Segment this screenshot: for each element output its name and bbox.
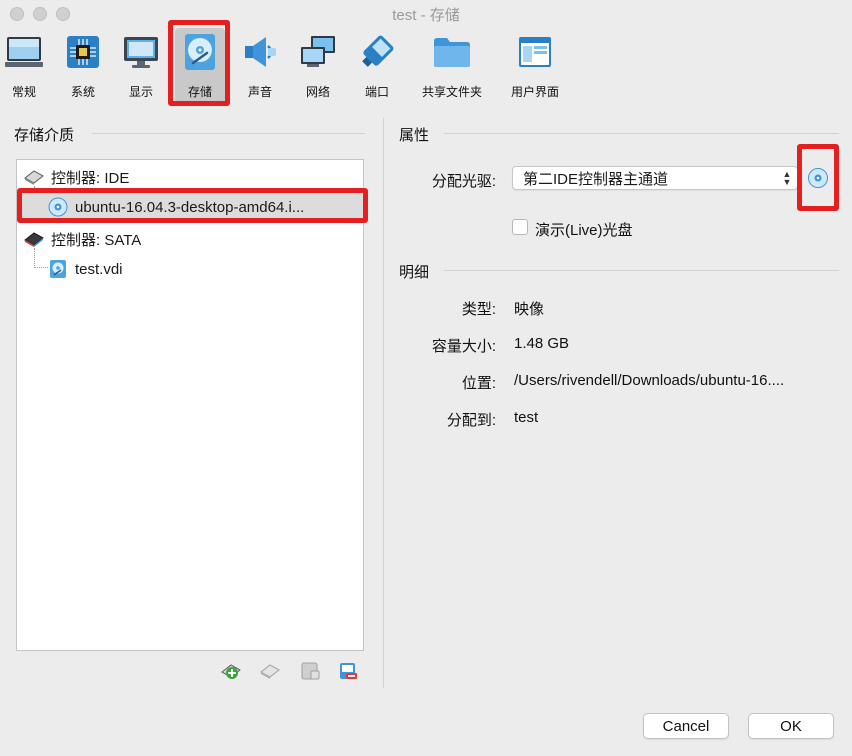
system-icon	[63, 32, 103, 72]
add-controller-icon	[221, 664, 241, 679]
tab-audio-label: 声音	[247, 85, 272, 99]
tab-ports[interactable]: 端口	[357, 28, 397, 104]
minimize-window-button[interactable]	[33, 7, 47, 21]
optical-drive-select[interactable]: 第二IDE控制器主通道 ▲ ▼	[512, 166, 798, 190]
type-value: 映像	[514, 301, 545, 318]
tab-system-label: 系统	[70, 85, 95, 99]
cancel-button[interactable]: Cancel	[643, 713, 729, 739]
selected-iso-highlight	[17, 188, 368, 223]
general-icon	[4, 32, 44, 72]
remove-controller-button[interactable]	[260, 660, 282, 682]
optical-drive-label: 分配光驱:	[431, 173, 496, 190]
tab-general[interactable]: 常规	[2, 28, 46, 104]
user-interface-icon	[515, 32, 555, 72]
size-value: 1.48 GB	[514, 335, 570, 352]
controller-icon	[23, 228, 45, 250]
details-title: 明细	[399, 264, 430, 281]
storage-media-title: 存储介质	[14, 127, 75, 144]
tab-system[interactable]: 系统	[63, 28, 103, 104]
close-window-button[interactable]	[10, 7, 24, 21]
attached-to-label: 分配到:	[446, 412, 496, 429]
tree-item-test-vdi[interactable]: test.vdi	[17, 255, 363, 283]
panel-divider	[383, 118, 384, 688]
add-controller-button[interactable]	[221, 660, 243, 682]
tab-display[interactable]: 显示	[121, 28, 161, 104]
settings-window: test - 存储 常规 系统 显示 存储 声音 网络 端口 共享文件夹 用户界…	[0, 0, 852, 756]
window-title: test - 存储	[392, 6, 460, 24]
live-cd-checkbox[interactable]	[512, 219, 528, 235]
tab-network[interactable]: 网络	[298, 28, 338, 104]
tab-display-label: 显示	[128, 85, 153, 99]
live-cd-label: 演示(Live)光盘	[535, 222, 633, 239]
select-arrows-icon: ▲ ▼	[782, 169, 792, 187]
location-label: 位置:	[461, 375, 496, 392]
add-attachment-button[interactable]	[299, 660, 321, 682]
choose-disk-highlight	[797, 144, 839, 211]
attached-to-value: test	[514, 409, 539, 426]
ok-button[interactable]: OK	[748, 713, 834, 739]
shared-folder-icon	[432, 32, 472, 72]
attributes-title: 属性	[399, 127, 430, 144]
display-icon	[121, 32, 161, 72]
storage-title-separator	[92, 133, 365, 134]
type-label: 类型:	[461, 301, 496, 318]
tab-user-interface[interactable]: 用户界面	[506, 28, 564, 104]
network-icon	[298, 32, 338, 72]
ports-icon	[357, 32, 397, 72]
remove-attachment-button[interactable]	[337, 660, 359, 682]
add-attachment-icon	[301, 662, 320, 680]
storage-tab-highlight	[168, 20, 230, 106]
tree-item-ide-controller[interactable]: 控制器: IDE	[17, 163, 363, 191]
tab-audio[interactable]: 声音	[240, 28, 280, 104]
audio-icon	[240, 32, 280, 72]
optical-drive-value: 第二IDE控制器主通道	[523, 170, 669, 188]
tab-user-interface-label: 用户界面	[510, 85, 559, 99]
storage-tree: 控制器: IDE ubuntu-16.04.3-desktop-amd64.i.…	[16, 159, 364, 651]
details-title-separator	[444, 270, 839, 271]
location-value: /Users/rivendell/Downloads/ubuntu-16....	[514, 372, 785, 389]
tab-network-label: 网络	[305, 85, 330, 99]
tree-item-sata-controller[interactable]: 控制器: SATA	[17, 225, 363, 253]
tab-ports-label: 端口	[364, 85, 389, 99]
size-label: 容量大小:	[431, 338, 496, 355]
tree-item-label: 控制器: IDE	[51, 169, 130, 187]
tree-item-label: test.vdi	[75, 260, 123, 278]
hard-disk-icon	[47, 258, 69, 280]
tree-item-label: 控制器: SATA	[51, 231, 142, 249]
title-bar: test - 存储	[0, 0, 852, 28]
controller-icon	[23, 166, 45, 188]
remove-attachment-icon	[340, 663, 357, 679]
tab-shared-folders-label: 共享文件夹	[421, 85, 482, 99]
tab-general-label: 常规	[11, 85, 36, 99]
remove-controller-icon	[260, 664, 280, 679]
settings-toolbar: 常规 系统 显示 存储 声音 网络 端口 共享文件夹 用户界面	[0, 28, 852, 108]
zoom-window-button[interactable]	[56, 7, 70, 21]
attributes-title-separator	[444, 133, 839, 134]
tab-shared-folders[interactable]: 共享文件夹	[418, 28, 486, 104]
